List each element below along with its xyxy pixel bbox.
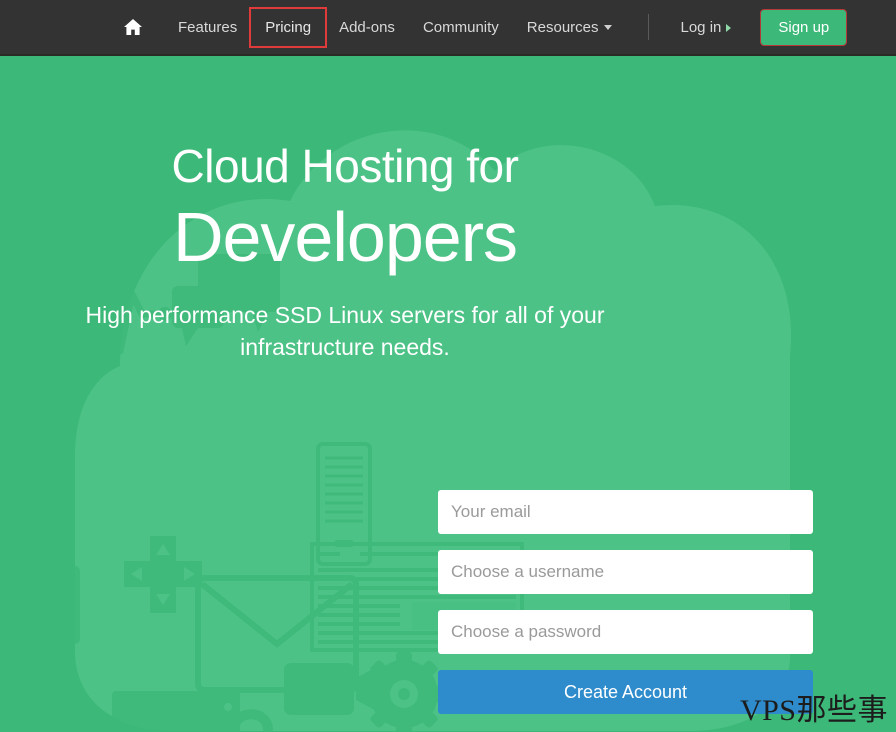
nav-item-features[interactable]: Features bbox=[164, 9, 251, 46]
nav-item-label: Add-ons bbox=[339, 18, 395, 36]
nav-item-label: Features bbox=[178, 18, 238, 36]
login-link[interactable]: Log in bbox=[667, 9, 746, 46]
hero-subtitle: High performance SSD Linux servers for a… bbox=[85, 301, 605, 360]
hero-title-line-1: Cloud Hosting for bbox=[171, 140, 519, 192]
nav-item-community[interactable]: Community bbox=[409, 9, 513, 46]
hero-text-block: Cloud Hosting for Developers High perfor… bbox=[0, 56, 690, 363]
top-navigation-bar: Features Pricing Add-ons Community Resou… bbox=[0, 0, 896, 56]
nav-items-container: Features Pricing Add-ons Community Resou… bbox=[0, 0, 848, 54]
email-field[interactable] bbox=[438, 490, 813, 534]
chevron-down-icon bbox=[603, 25, 612, 31]
nav-item-add-ons[interactable]: Add-ons bbox=[325, 9, 409, 46]
login-label: Log in bbox=[680, 18, 722, 36]
hero-section: Cloud Hosting for Developers High perfor… bbox=[0, 56, 896, 732]
password-field[interactable] bbox=[438, 610, 813, 654]
signup-form: Create Account bbox=[438, 490, 813, 714]
chevron-right-icon bbox=[726, 23, 732, 32]
nav-item-resources[interactable]: Resources bbox=[513, 9, 626, 46]
nav-divider bbox=[647, 14, 649, 40]
hero-title-line-2: Developers bbox=[172, 197, 518, 276]
nav-item-pricing[interactable]: Pricing bbox=[249, 6, 328, 48]
signup-button[interactable]: Sign up bbox=[760, 8, 848, 46]
nav-item-label: Resources bbox=[526, 18, 599, 36]
nav-item-label: Community bbox=[422, 18, 499, 36]
nav-item-label: Pricing bbox=[265, 18, 312, 36]
watermark-text: VPS那些事 bbox=[739, 694, 888, 727]
home-icon[interactable] bbox=[118, 9, 148, 45]
username-field[interactable] bbox=[438, 550, 813, 594]
